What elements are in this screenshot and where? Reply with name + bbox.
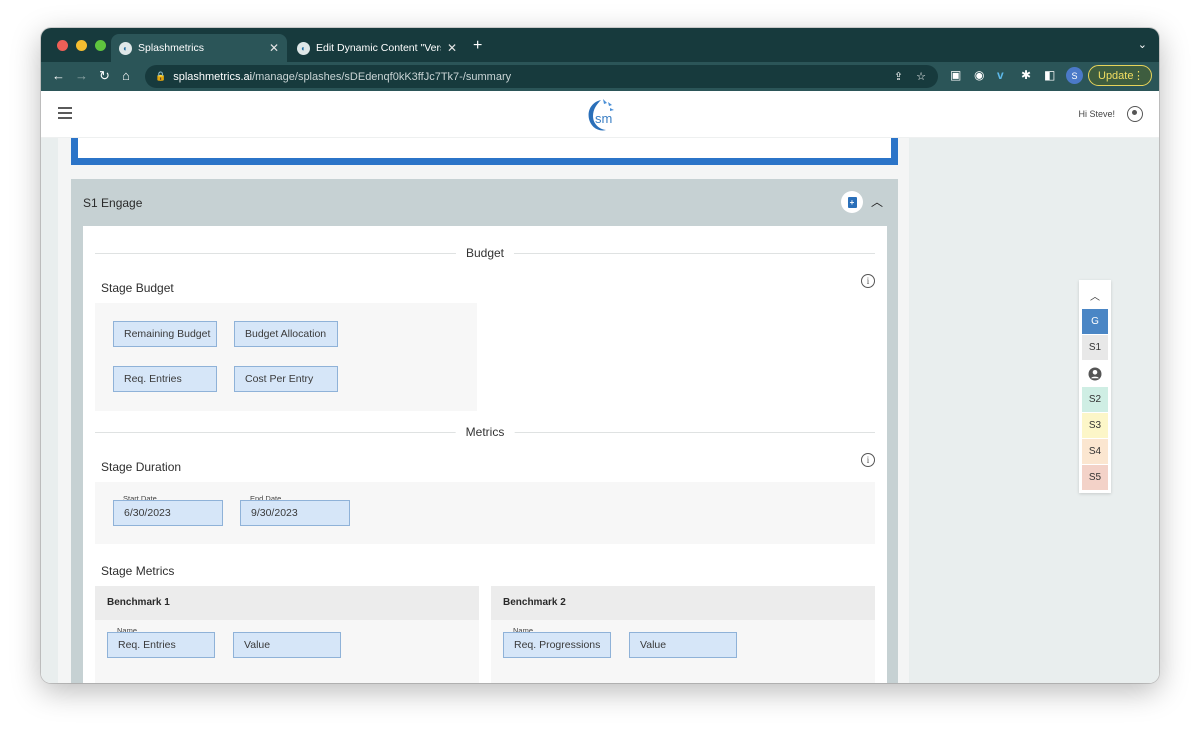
profile-avatar[interactable]: S bbox=[1066, 67, 1083, 84]
benchmark-2-name-field[interactable]: Req. Progressions bbox=[503, 632, 611, 658]
budget-divider-label: Budget bbox=[455, 246, 515, 260]
stage-card: Budget Stage Budget i Remaining Budget B… bbox=[83, 226, 887, 683]
window-controls bbox=[57, 40, 106, 51]
benchmark-1-title: Benchmark 1 bbox=[95, 586, 479, 620]
stage-navigation-rail: ︿ G S1 S2 S3 S4 S5 bbox=[1079, 280, 1111, 493]
new-tab-icon[interactable]: + bbox=[473, 37, 482, 55]
rail-item-s1[interactable]: S1 bbox=[1082, 335, 1108, 360]
update-label: Update bbox=[1098, 69, 1134, 82]
tab-splashmetrics[interactable]: ◐ Splashmetrics ✕ bbox=[111, 34, 287, 62]
hamburger-menu-icon[interactable] bbox=[58, 107, 72, 122]
logo-text: sm bbox=[595, 111, 612, 126]
benchmark-1-panel: Benchmark 1 Name Req. Entries Value bbox=[95, 586, 479, 683]
tab-title: Splashmetrics bbox=[138, 42, 204, 54]
share-icon[interactable]: ⇪ bbox=[894, 70, 903, 83]
close-window-button[interactable] bbox=[57, 40, 68, 51]
stage-metrics-title: Stage Metrics bbox=[101, 564, 175, 578]
duration-panel: Start Date 6/30/2023 End Date 9/30/2023 bbox=[95, 482, 875, 544]
collapse-chevron-up-icon[interactable]: ︿ bbox=[871, 193, 883, 210]
stage-title: S1 Engage bbox=[83, 196, 143, 210]
remaining-budget-field[interactable]: Remaining Budget bbox=[113, 321, 217, 347]
start-date-field[interactable]: 6/30/2023 bbox=[113, 500, 223, 526]
budget-allocation-field[interactable]: Budget Allocation bbox=[234, 321, 338, 347]
req-entries-field[interactable]: Req. Entries bbox=[113, 366, 217, 392]
rail-item-s5[interactable]: S5 bbox=[1082, 465, 1108, 490]
metrics-divider-label: Metrics bbox=[455, 425, 515, 439]
minimize-window-button[interactable] bbox=[76, 40, 87, 51]
back-icon[interactable]: ← bbox=[52, 68, 65, 83]
extension-icon[interactable]: ▣ bbox=[950, 68, 961, 82]
splashmetrics-favicon-icon: ◐ bbox=[297, 41, 310, 55]
url-path: /manage/splashes/sDEdenqf0kK3ffJc7Tk7-/s… bbox=[252, 70, 512, 83]
rail-item-s2[interactable]: S2 bbox=[1082, 387, 1108, 412]
account-icon[interactable] bbox=[1127, 106, 1143, 122]
more-menu-icon[interactable]: ⋮ bbox=[1133, 69, 1144, 82]
benchmark-1-name-field[interactable]: Req. Entries bbox=[107, 632, 215, 658]
cost-per-entry-field[interactable]: Cost Per Entry bbox=[234, 366, 338, 392]
browser-window: ◐ Splashmetrics ✕ ◐ Edit Dynamic Content… bbox=[41, 28, 1159, 683]
main-column: S1 Engage + ︿ Budget Stage Budget i Rema… bbox=[58, 138, 909, 683]
benchmark-2-panel: Benchmark 2 Name Req. Progressions Value bbox=[491, 586, 875, 683]
home-icon[interactable]: ⌂ bbox=[122, 68, 130, 83]
stage-budget-title: Stage Budget bbox=[101, 281, 174, 295]
stage-panel-s1-engage: S1 Engage + ︿ Budget Stage Budget i Rema… bbox=[71, 179, 898, 683]
tab-title: Edit Dynamic Content "Version bbox=[316, 42, 441, 54]
splashmetrics-favicon-icon: ◐ bbox=[119, 41, 132, 55]
close-tab-icon[interactable]: ✕ bbox=[447, 41, 457, 55]
page-content: S1 Engage + ︿ Budget Stage Budget i Rema… bbox=[41, 138, 1159, 683]
rail-item-s4[interactable]: S4 bbox=[1082, 439, 1108, 464]
reload-icon[interactable]: ↻ bbox=[99, 68, 110, 84]
browser-toolbar: ← → ↻ ⌂ 🔒 splashmetrics.ai /manage/splas… bbox=[41, 62, 1159, 91]
vimeo-icon[interactable]: v bbox=[997, 68, 1004, 82]
address-bar[interactable]: 🔒 splashmetrics.ai /manage/splashes/sDEd… bbox=[145, 65, 938, 88]
update-button[interactable]: Update ⋮ bbox=[1088, 65, 1152, 86]
tab-bar: ◐ Splashmetrics ✕ ◐ Edit Dynamic Content… bbox=[41, 28, 1159, 62]
bookmark-star-icon[interactable]: ☆ bbox=[916, 70, 926, 83]
add-document-icon: + bbox=[847, 196, 857, 208]
tab-search-chevron-icon[interactable]: ⌄ bbox=[1138, 38, 1147, 51]
info-icon[interactable]: i bbox=[861, 274, 875, 288]
extensions-puzzle-icon[interactable]: ✱ bbox=[1021, 68, 1031, 82]
benchmark-2-title: Benchmark 2 bbox=[491, 586, 875, 620]
end-date-field[interactable]: 9/30/2023 bbox=[240, 500, 350, 526]
app-header: sm Hi Steve! bbox=[41, 91, 1159, 138]
scroll-up-chevron-icon[interactable]: ︿ bbox=[1082, 283, 1108, 308]
rail-item-s3[interactable]: S3 bbox=[1082, 413, 1108, 438]
stage-duration-title: Stage Duration bbox=[101, 460, 182, 474]
tab-edit-dynamic-content[interactable]: ◐ Edit Dynamic Content "Version ✕ bbox=[289, 34, 465, 62]
splashmetrics-logo[interactable]: sm bbox=[584, 96, 618, 134]
url-domain: splashmetrics.ai bbox=[173, 70, 253, 83]
lock-icon: 🔒 bbox=[155, 71, 167, 81]
app-viewport: sm Hi Steve! S1 Engage + ︿ Budget Stage bbox=[41, 91, 1159, 683]
zoom-window-button[interactable] bbox=[95, 40, 106, 51]
add-document-button[interactable]: + bbox=[841, 191, 863, 213]
forward-icon[interactable]: → bbox=[75, 68, 88, 83]
close-tab-icon[interactable]: ✕ bbox=[269, 41, 279, 55]
budget-panel: Remaining Budget Budget Allocation Req. … bbox=[95, 303, 477, 411]
benchmark-2-value-field[interactable]: Value bbox=[629, 632, 737, 658]
previous-section-panel bbox=[71, 138, 898, 165]
rail-person-icon[interactable] bbox=[1082, 361, 1108, 386]
benchmark-1-value-field[interactable]: Value bbox=[233, 632, 341, 658]
side-panel-icon[interactable]: ◧ bbox=[1044, 68, 1055, 82]
rail-item-g[interactable]: G bbox=[1082, 309, 1108, 334]
greeting-text: Hi Steve! bbox=[1078, 109, 1115, 119]
password-manager-icon[interactable]: ◉ bbox=[974, 68, 984, 82]
info-icon[interactable]: i bbox=[861, 453, 875, 467]
